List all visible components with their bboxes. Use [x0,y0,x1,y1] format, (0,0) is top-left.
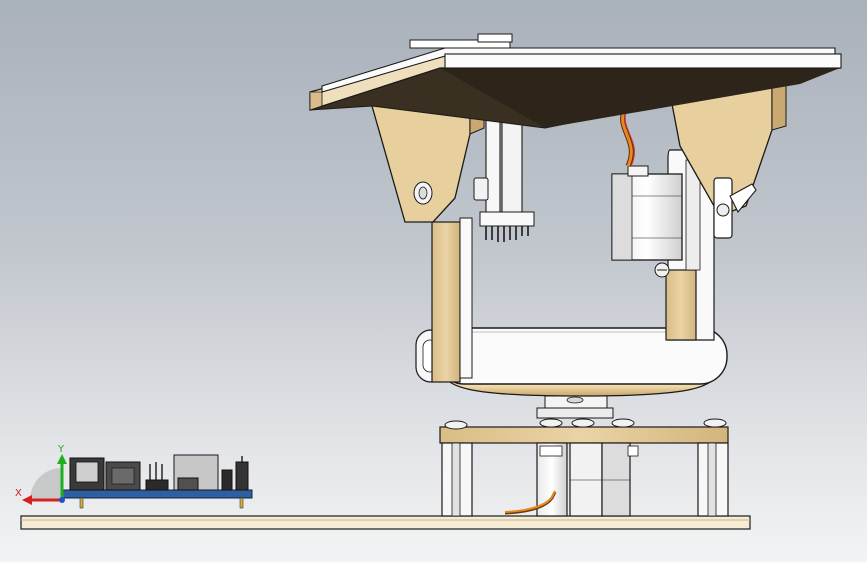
screw-icon [654,262,670,278]
triad-quarter-disc [30,468,62,500]
base-plate[interactable] [20,515,751,530]
axis-triad[interactable]: Y X [15,444,67,505]
z-axis-dot [59,497,65,503]
x-axis-label: X [15,488,22,499]
turntable-bearing[interactable] [536,395,614,419]
y-axis-label: Y [57,444,65,455]
upper-servo[interactable] [611,165,683,261]
bolt-icon [413,181,433,205]
upper-cable [620,106,635,168]
controller-board[interactable] [61,454,253,509]
comb-sensor[interactable] [473,109,535,242]
y-axis-arrowhead-icon [57,454,67,464]
x-axis-arrowhead-icon [22,495,32,505]
upright-left[interactable] [431,217,473,383]
cad-viewport[interactable]: Y X [0,0,867,562]
lower-servo[interactable] [536,442,639,517]
